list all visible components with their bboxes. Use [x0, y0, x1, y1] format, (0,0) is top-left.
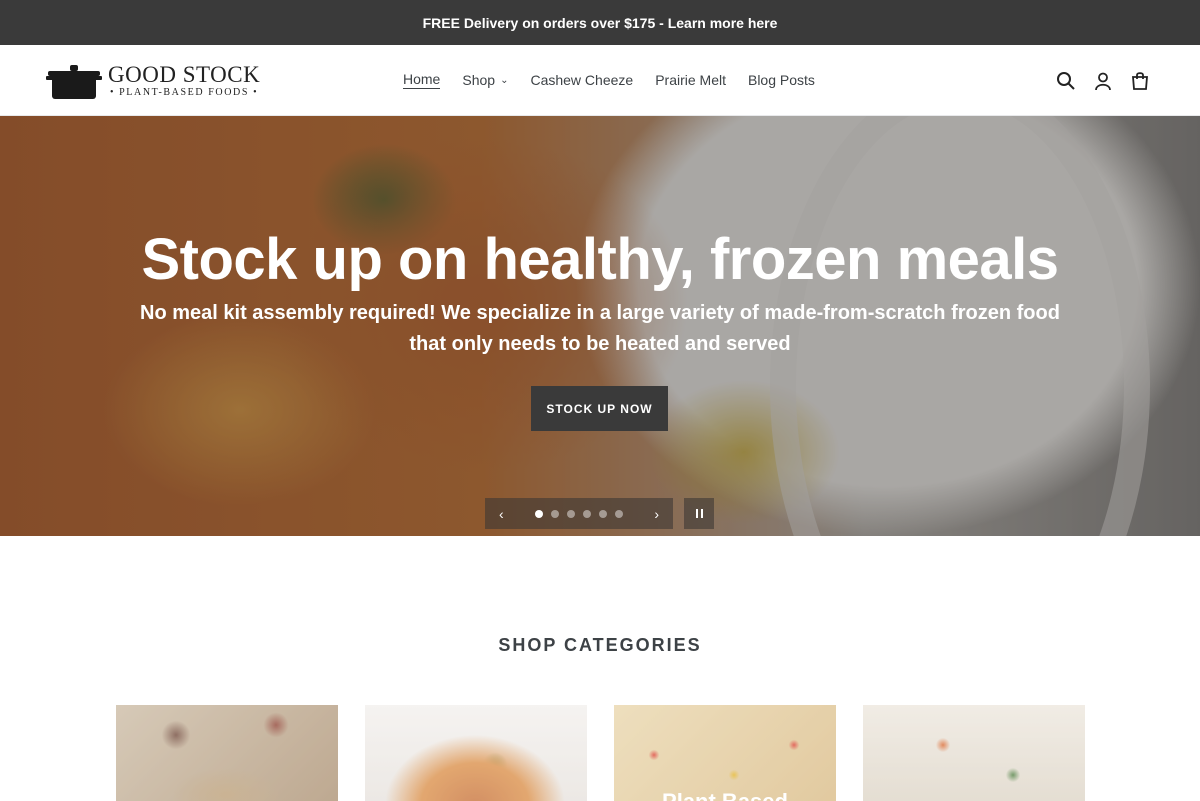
slide-dot[interactable] — [567, 509, 575, 518]
main-nav: Home Shop ⌄ Cashew Cheeze Prairie Melt Bl… — [403, 71, 837, 89]
chevron-left-icon[interactable]: ‹ — [499, 506, 504, 522]
slide-dot[interactable] — [599, 509, 607, 518]
slide-dot[interactable] — [551, 509, 559, 518]
nav-item-label: Home — [403, 71, 441, 87]
search-icon[interactable] — [1056, 71, 1076, 91]
nav-item-cashew-cheeze[interactable]: Cashew Cheeze — [530, 71, 633, 89]
slideshow-controls: ‹ › — [485, 498, 673, 529]
site-header: GOOD STOCK • PLANT-BASED FOODS • Home Sh… — [0, 45, 1200, 116]
chevron-right-icon[interactable]: › — [654, 506, 659, 522]
brand-name: GOOD STOCK — [108, 62, 261, 87]
pause-icon — [700, 509, 703, 518]
nav-item-home[interactable]: Home — [403, 71, 441, 89]
category-grid: Plant Based — [116, 705, 1085, 801]
cart-icon[interactable] — [1130, 71, 1150, 91]
brand-tagline: • PLANT-BASED FOODS • — [109, 87, 259, 98]
account-icon[interactable] — [1093, 71, 1113, 91]
slide-dots — [535, 509, 623, 518]
nav-item-prairie-melt[interactable]: Prairie Melt — [655, 71, 726, 89]
nav-item-label: Cashew Cheeze — [530, 72, 634, 88]
logo-text: GOOD STOCK • PLANT-BASED FOODS • — [108, 63, 260, 99]
nav-item-shop[interactable]: Shop ⌄ — [462, 71, 508, 89]
card-overlay — [614, 705, 836, 801]
pot-icon — [46, 65, 102, 99]
shop-categories-heading: SHOP CATEGORIES — [498, 635, 702, 655]
category-card-title: Plant Based — [614, 789, 836, 801]
announcement-text[interactable]: FREE Delivery on orders over $175 - Lear… — [423, 15, 778, 31]
brand-logo[interactable]: GOOD STOCK • PLANT-BASED FOODS • — [46, 61, 260, 101]
slide-dot[interactable] — [535, 509, 543, 518]
slide-dot[interactable] — [615, 509, 623, 518]
card-overlay — [365, 705, 587, 801]
pause-button[interactable] — [684, 498, 714, 529]
nav-item-label: Prairie Melt — [655, 72, 726, 88]
nav-item-label: Shop — [462, 72, 496, 88]
slide-dot[interactable] — [583, 509, 591, 518]
hero-subtitle: No meal kit assembly required! We specia… — [120, 298, 1080, 360]
hero-subtitle-line: No meal kit assembly required! We specia… — [140, 302, 1060, 324]
category-card[interactable] — [365, 705, 587, 801]
stock-up-now-button[interactable]: STOCK UP NOW — [531, 386, 668, 431]
hero-slideshow: Stock up on healthy, frozen meals No mea… — [0, 116, 1200, 536]
chevron-down-icon: ⌄ — [500, 74, 509, 86]
card-overlay — [863, 705, 1085, 801]
category-card[interactable] — [116, 705, 338, 801]
header-icons — [1056, 71, 1150, 91]
nav-item-blog-posts[interactable]: Blog Posts — [748, 71, 815, 89]
hero-subtitle-line: that only needs to be heated and served — [409, 333, 791, 355]
card-overlay — [116, 705, 338, 801]
announcement-bar[interactable]: FREE Delivery on orders over $175 - Lear… — [0, 0, 1200, 45]
hero-title: Stock up on healthy, frozen meals — [141, 227, 1059, 292]
nav-item-label: Blog Posts — [747, 72, 815, 88]
pause-icon — [695, 509, 698, 518]
category-card[interactable]: Plant Based — [614, 705, 836, 801]
category-card[interactable] — [863, 705, 1085, 801]
